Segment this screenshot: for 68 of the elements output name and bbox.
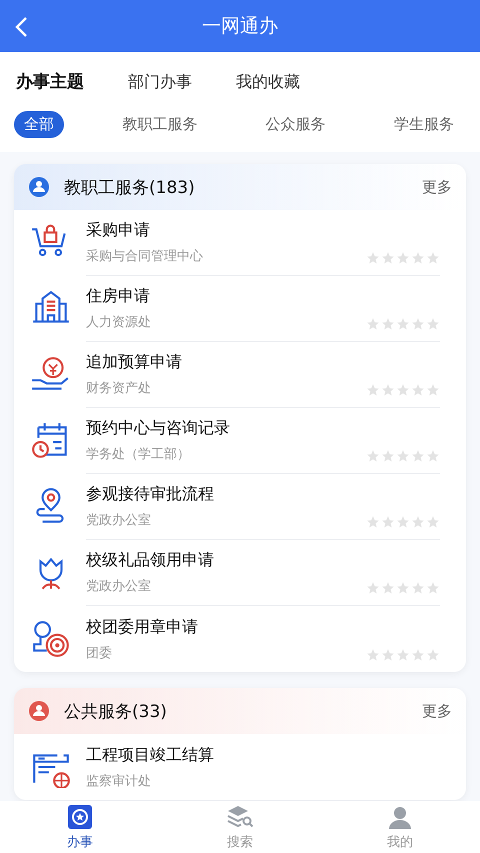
star-icon xyxy=(366,515,380,529)
star-icon xyxy=(381,515,395,529)
department-label: 学务处（学工部） xyxy=(86,446,191,463)
star-icon xyxy=(411,648,425,662)
more-link[interactable]: 更多 xyxy=(422,178,452,196)
star-icon xyxy=(396,317,410,331)
star-icon xyxy=(411,449,425,463)
filter-chip[interactable]: 公众服务 xyxy=(256,111,336,138)
star-icon xyxy=(426,251,440,265)
star-icon xyxy=(411,251,425,265)
department-label: 党政办公室 xyxy=(86,578,152,595)
star-icon xyxy=(426,581,440,595)
star-icon xyxy=(366,383,380,397)
star-icon xyxy=(411,317,425,331)
service-title[interactable]: 参观接待审批流程 xyxy=(86,484,366,505)
star-icon xyxy=(396,449,410,463)
star-icon xyxy=(411,515,425,529)
star-icon xyxy=(426,648,440,662)
service-title[interactable]: 校级礼品领用申请 xyxy=(86,550,366,571)
star-icon xyxy=(396,648,410,662)
department-label: 人力资源处 xyxy=(86,314,152,331)
tab[interactable]: 部门办事 xyxy=(128,72,192,93)
service-title[interactable]: 校团委用章申请 xyxy=(86,617,366,638)
star-icon xyxy=(411,581,425,595)
filter-chip[interactable]: 全部 xyxy=(14,111,64,138)
star-icon xyxy=(366,449,380,463)
department-label: 财务资产处 xyxy=(86,380,152,397)
section-title: 公共服务(33) xyxy=(64,700,168,722)
star-icon xyxy=(381,581,395,595)
tab[interactable]: 我的收藏 xyxy=(236,72,300,93)
filter-chip[interactable]: 教职工服务 xyxy=(112,111,208,138)
star-icon xyxy=(426,383,440,397)
service-title[interactable]: 工程项目竣工结算 xyxy=(86,745,440,766)
more-link[interactable]: 更多 xyxy=(422,702,452,720)
star-icon xyxy=(396,581,410,595)
page-title: 一网通办 xyxy=(202,14,278,39)
tab[interactable]: 办事主题 xyxy=(16,70,84,93)
star-icon xyxy=(396,515,410,529)
star-icon xyxy=(366,581,380,595)
service-title[interactable]: 住房申请 xyxy=(86,286,366,307)
service-title[interactable]: 采购申请 xyxy=(86,220,366,241)
star-icon xyxy=(366,317,380,331)
filter-chip[interactable]: 学生服务 xyxy=(384,111,464,138)
section-title: 教职工服务(183) xyxy=(64,176,196,198)
star-icon xyxy=(426,449,440,463)
star-badge-icon xyxy=(67,804,93,830)
layers-search-icon xyxy=(226,804,254,830)
department-label: 采购与合同管理中心 xyxy=(86,248,204,265)
star-icon xyxy=(366,648,380,662)
star-icon xyxy=(381,383,395,397)
star-icon xyxy=(381,317,395,331)
star-icon xyxy=(426,317,440,331)
star-icon xyxy=(381,648,395,662)
star-icon xyxy=(381,251,395,265)
star-icon xyxy=(381,449,395,463)
star-icon xyxy=(396,251,410,265)
department-label: 党政办公室 xyxy=(86,512,152,529)
star-icon xyxy=(426,515,440,529)
star-icon xyxy=(396,383,410,397)
star-icon xyxy=(366,251,380,265)
nav-item[interactable]: 办事 xyxy=(0,801,160,853)
star-icon xyxy=(411,383,425,397)
department-label: 团委 xyxy=(86,645,113,662)
back-icon[interactable] xyxy=(14,16,28,38)
stamp-icon xyxy=(30,618,72,660)
service-title[interactable]: 预约中心与咨询记录 xyxy=(86,418,366,439)
department-label: 监察审计处 xyxy=(86,773,152,790)
service-title[interactable]: 追加预算申请 xyxy=(86,352,366,373)
